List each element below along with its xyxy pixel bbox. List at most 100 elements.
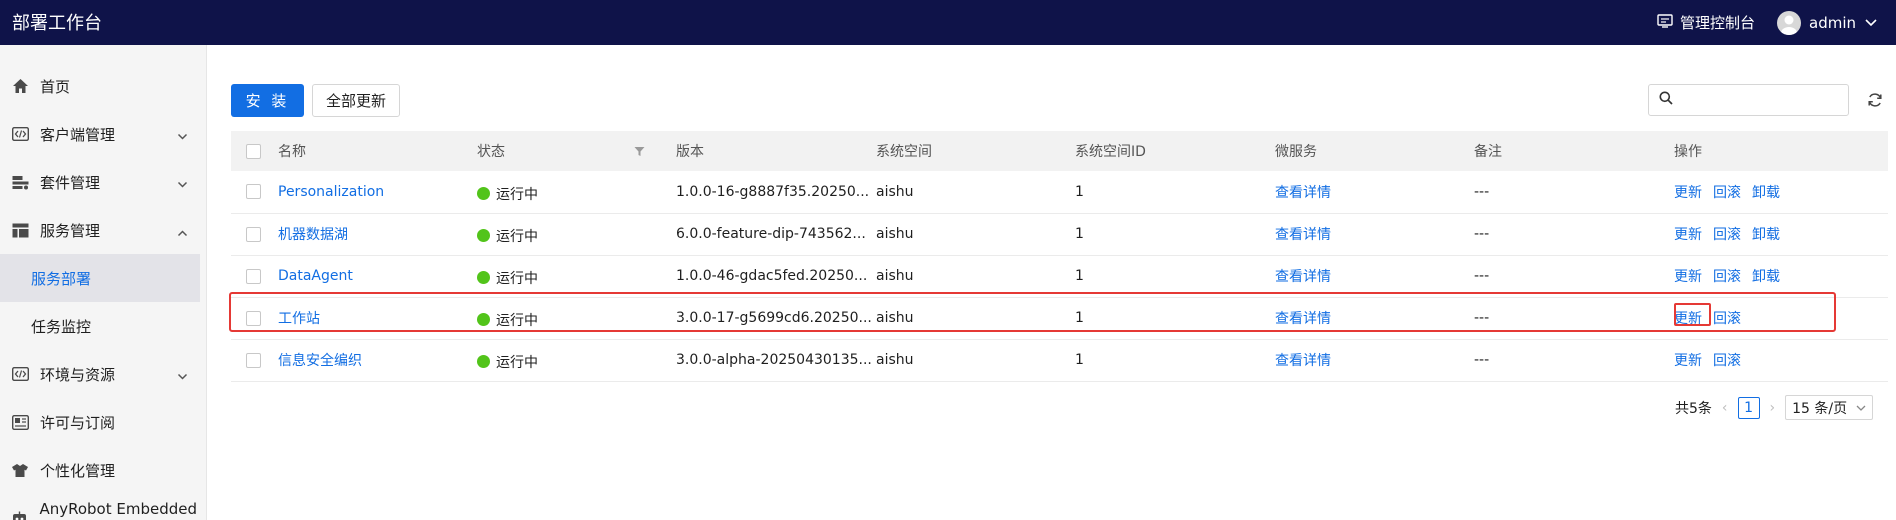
prev-page-icon[interactable]: ‹ (1722, 400, 1728, 416)
space-id-cell: 1 (1075, 183, 1084, 200)
rollback-button[interactable]: 回滚 (1713, 227, 1741, 243)
uninstall-button[interactable]: 卸载 (1752, 185, 1780, 201)
shirt-icon (11, 461, 29, 479)
main-content: 安 装 全部更新 名称 状态 版本 系统空间 系统空间ID 微服务 备注 操作 … (207, 45, 1896, 520)
sidebar-item-services[interactable]: 服务管理 (0, 206, 206, 254)
user-name: admin (1809, 13, 1856, 32)
service-name-link[interactable]: 工作站 (278, 311, 320, 327)
status-badge: 运行中 (477, 268, 538, 288)
service-name-link[interactable]: DataAgent (278, 268, 353, 284)
row-checkbox[interactable] (246, 184, 261, 200)
install-button[interactable]: 安 装 (231, 84, 304, 117)
code-icon (11, 125, 29, 143)
filter-icon[interactable] (634, 145, 645, 161)
row-checkbox[interactable] (246, 352, 261, 368)
package-icon (11, 173, 29, 191)
rollback-button[interactable]: 回滚 (1713, 311, 1741, 327)
services-table: 名称 状态 版本 系统空间 系统空间ID 微服务 备注 操作 Personali… (231, 131, 1888, 382)
sidebar-item-anyrobot[interactable]: AnyRobot Embedded 5 (0, 494, 206, 520)
version-cell: 3.0.0-17-g5699cd6.20250... (676, 310, 872, 326)
sidebar-item-label: 客户端管理 (40, 125, 116, 144)
user-menu[interactable]: admin (1777, 10, 1878, 35)
column-header-name: 名称 (278, 144, 306, 160)
note-cell: --- (1474, 183, 1490, 200)
version-cell: 1.0.0-16-g8887f35.20250... (676, 183, 870, 200)
rollback-button[interactable]: 回滚 (1713, 269, 1741, 285)
sidebar-item-label: 套件管理 (40, 173, 101, 192)
chevron-down-icon (177, 367, 188, 385)
page-number-current[interactable]: 1 (1737, 396, 1760, 419)
space-cell: aishu (876, 268, 914, 284)
view-details-link[interactable]: 查看详情 (1275, 353, 1331, 369)
table-header-row: 名称 状态 版本 系统空间 系统空间ID 微服务 备注 操作 (231, 131, 1888, 171)
refresh-icon[interactable] (1864, 89, 1886, 111)
sidebar-item-environment[interactable]: 环境与资源 (0, 350, 206, 398)
top-bar: 部署工作台 管理控制台 admin (0, 0, 1896, 45)
page-size-select[interactable]: 15 条/页 (1785, 395, 1874, 420)
code-icon (11, 365, 29, 383)
status-dot (477, 187, 490, 200)
uninstall-button[interactable]: 卸载 (1752, 269, 1780, 285)
robot-icon (11, 509, 28, 520)
column-header-note: 备注 (1474, 144, 1502, 160)
sidebar-item-personalization[interactable]: 个性化管理 (0, 446, 206, 494)
column-header-space: 系统空间 (876, 144, 932, 160)
column-header-microservice: 微服务 (1275, 144, 1317, 160)
update-button[interactable]: 更新 (1674, 353, 1702, 369)
sidebar-subitem-task-monitor[interactable]: 任务监控 (0, 302, 206, 350)
note-cell: --- (1474, 226, 1490, 242)
table-row: 工作站 运行中 3.0.0-17-g5699cd6.20250... aishu… (231, 297, 1888, 339)
note-cell: --- (1474, 268, 1490, 284)
service-name-link[interactable]: Personalization (278, 184, 384, 200)
chevron-down-icon (177, 175, 188, 193)
service-name-link[interactable]: 信息安全编织 (278, 353, 362, 369)
search-icon (1659, 91, 1673, 109)
sidebar-subitem-service-deploy[interactable]: 服务部署 (0, 254, 200, 302)
view-details-link[interactable]: 查看详情 (1275, 269, 1331, 285)
sidebar-item-home[interactable]: 首页 (0, 62, 206, 110)
view-details-link[interactable]: 查看详情 (1275, 311, 1331, 327)
next-page-icon[interactable]: › (1770, 400, 1776, 416)
sidebar-item-packages[interactable]: 套件管理 (0, 158, 206, 206)
sidebar: 首页 客户端管理 套件管理 服务管理 服务部署 任务监控 环境与资源 许可与订阅 (0, 45, 207, 520)
version-cell: 3.0.0-alpha-20250430135... (676, 352, 872, 368)
console-link[interactable]: 管理控制台 (1657, 12, 1755, 33)
space-cell: aishu (876, 183, 914, 200)
view-details-link[interactable]: 查看详情 (1275, 227, 1331, 243)
chevron-down-icon (177, 127, 188, 145)
avatar (1777, 10, 1801, 35)
update-button[interactable]: 更新 (1674, 185, 1702, 201)
update-button[interactable]: 更新 (1674, 311, 1702, 327)
service-name-link[interactable]: 机器数据湖 (278, 227, 348, 243)
sidebar-item-client[interactable]: 客户端管理 (0, 110, 206, 158)
pagination: 共5条 ‹ 1 › 15 条/页 (1675, 395, 1874, 420)
sidebar-item-license[interactable]: 许可与订阅 (0, 398, 206, 446)
note-cell: --- (1474, 352, 1490, 368)
view-details-link[interactable]: 查看详情 (1275, 185, 1331, 201)
column-header-status: 状态 (477, 131, 676, 171)
chevron-up-icon (177, 223, 188, 241)
console-icon (1657, 13, 1673, 32)
sidebar-item-label: 服务管理 (40, 221, 101, 240)
console-label: 管理控制台 (1679, 14, 1755, 32)
rollback-button[interactable]: 回滚 (1713, 185, 1741, 201)
search-box[interactable] (1648, 84, 1849, 116)
row-checkbox[interactable] (246, 310, 261, 326)
space-id-cell: 1 (1075, 352, 1084, 368)
update-button[interactable]: 更新 (1674, 227, 1702, 243)
column-header-space-id: 系统空间ID (1075, 144, 1146, 160)
update-all-button[interactable]: 全部更新 (312, 84, 400, 117)
layout-icon (11, 221, 29, 239)
sidebar-item-label: 许可与订阅 (40, 413, 116, 432)
uninstall-button[interactable]: 卸载 (1752, 227, 1780, 243)
row-checkbox[interactable] (246, 226, 261, 242)
search-input[interactable] (1681, 92, 1841, 108)
table-row: DataAgent 运行中 1.0.0-46-gdac5fed.20250...… (231, 255, 1888, 297)
select-all-checkbox[interactable] (246, 143, 261, 159)
row-checkbox[interactable] (246, 268, 261, 284)
status-dot (477, 355, 490, 369)
app-title: 部署工作台 (12, 13, 102, 34)
update-button[interactable]: 更新 (1674, 269, 1702, 285)
rollback-button[interactable]: 回滚 (1713, 353, 1741, 369)
column-header-version: 版本 (676, 144, 704, 160)
